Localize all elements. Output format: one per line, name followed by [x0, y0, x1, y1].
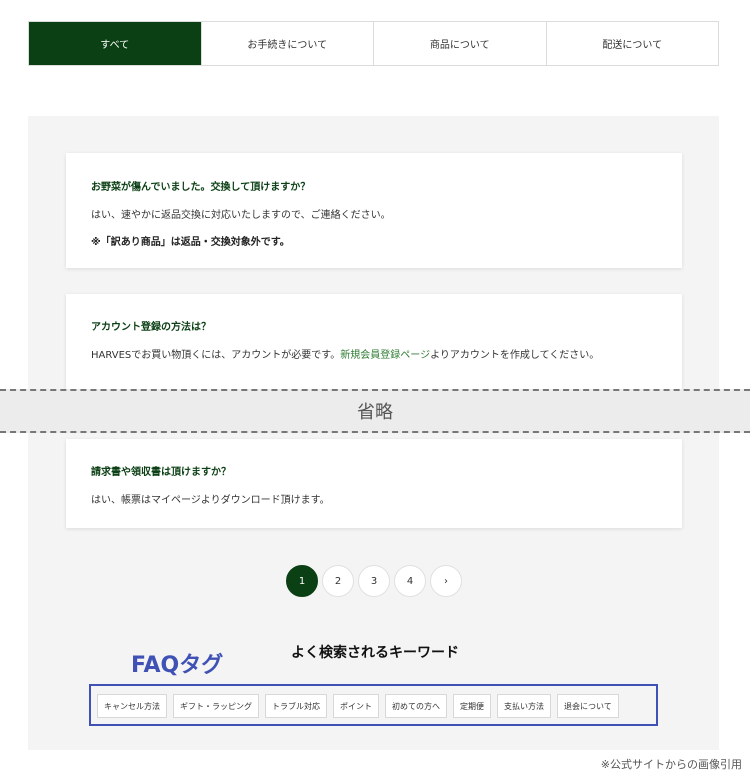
- signup-page-link[interactable]: 新規会員登録ページ: [340, 350, 430, 361]
- tag-first-time[interactable]: 初めての方へ: [385, 694, 447, 718]
- tag-subscription[interactable]: 定期便: [453, 694, 491, 718]
- faq-answer: はい、帳票はマイページよりダウンロード頂けます。: [91, 495, 330, 506]
- image-credit: ※公式サイトからの画像引用: [600, 758, 742, 771]
- omission-band: 省略: [0, 389, 750, 433]
- faq-tag-annotation: FAQタグ: [131, 653, 224, 678]
- faq-question: お野菜が傷んでいました。交換して頂けますか？: [91, 182, 311, 193]
- tag-cancel[interactable]: キャンセル方法: [97, 694, 167, 718]
- tag-payment[interactable]: 支払い方法: [497, 694, 551, 718]
- faq-answer: HARVESでお買い物頂くには、アカウントが必要です。新規会員登録ページよりアカ…: [91, 346, 599, 361]
- next-page-button[interactable]: ›: [430, 565, 462, 597]
- faq-question: アカウント登録の方法は？: [91, 322, 211, 333]
- faq-card: アカウント登録の方法は？ HARVESでお買い物頂くには、アカウントが必要です。…: [66, 294, 682, 392]
- omission-label: 省略: [357, 402, 393, 423]
- faq-card: 請求書や領収書は頂けますか？ はい、帳票はマイページよりダウンロード頂けます。: [66, 439, 682, 528]
- faq-tag-highlight: キャンセル方法 ギフト・ラッピング トラブル対応 ポイント 初めての方へ 定期便…: [89, 684, 658, 726]
- tag-points[interactable]: ポイント: [333, 694, 379, 718]
- faq-answer-text: よりアカウントを作成してください。: [430, 350, 600, 361]
- tag-withdraw[interactable]: 退会について: [557, 694, 619, 718]
- faq-note: ※「訳あり商品」は返品・交換対象外です。: [91, 237, 290, 248]
- faq-question: 請求書や領収書は頂けますか？: [91, 467, 231, 478]
- tab-delivery[interactable]: 配送について: [546, 22, 718, 65]
- tab-all[interactable]: すべて: [29, 22, 202, 65]
- tab-products[interactable]: 商品について: [374, 22, 547, 65]
- page-4-button[interactable]: 4: [394, 565, 426, 597]
- category-tabs: すべて お手続きについて 商品について 配送について: [28, 21, 719, 66]
- page-1-button[interactable]: 1: [286, 565, 318, 597]
- tag-gift-wrapping[interactable]: ギフト・ラッピング: [173, 694, 259, 718]
- tab-procedures[interactable]: お手続きについて: [201, 22, 374, 65]
- keyword-tags: キャンセル方法 ギフト・ラッピング トラブル対応 ポイント 初めての方へ 定期便…: [97, 694, 619, 718]
- tag-trouble[interactable]: トラブル対応: [265, 694, 327, 718]
- faq-answer: はい、速やかに返品交換に対応いたしますので、ご連絡ください。: [91, 210, 391, 221]
- page-2-button[interactable]: 2: [322, 565, 354, 597]
- keywords-title: よく検索されるキーワード: [291, 645, 459, 661]
- pagination: 1 2 3 4 ›: [286, 565, 462, 597]
- faq-answer-text: HARVESでお買い物頂くには、アカウントが必要です。: [91, 350, 341, 361]
- faq-card: お野菜が傷んでいました。交換して頂けますか？ はい、速やかに返品交換に対応いたし…: [66, 153, 682, 268]
- page-3-button[interactable]: 3: [358, 565, 390, 597]
